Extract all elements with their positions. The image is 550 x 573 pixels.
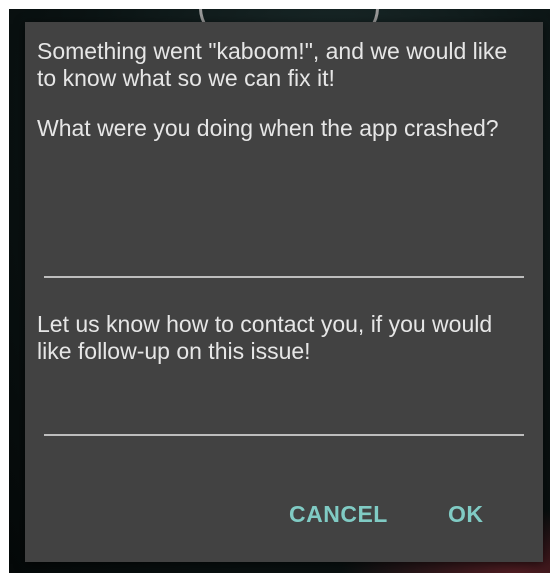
contact-prompt-label: Let us know how to contact you, if you w… bbox=[37, 311, 493, 364]
crash-description-field[interactable] bbox=[44, 182, 524, 278]
crash-report-dialog: Something went "kaboom!", and we would l… bbox=[25, 22, 543, 562]
screen: Something went "kaboom!", and we would l… bbox=[0, 0, 550, 573]
crash-question-label: What were you doing when the app crashed… bbox=[37, 115, 499, 141]
contact-field[interactable] bbox=[44, 392, 524, 436]
intro-message: Something went "kaboom!", and we would l… bbox=[37, 38, 508, 91]
ok-button[interactable]: OK bbox=[442, 496, 490, 532]
cancel-button[interactable]: CANCEL bbox=[283, 496, 394, 532]
